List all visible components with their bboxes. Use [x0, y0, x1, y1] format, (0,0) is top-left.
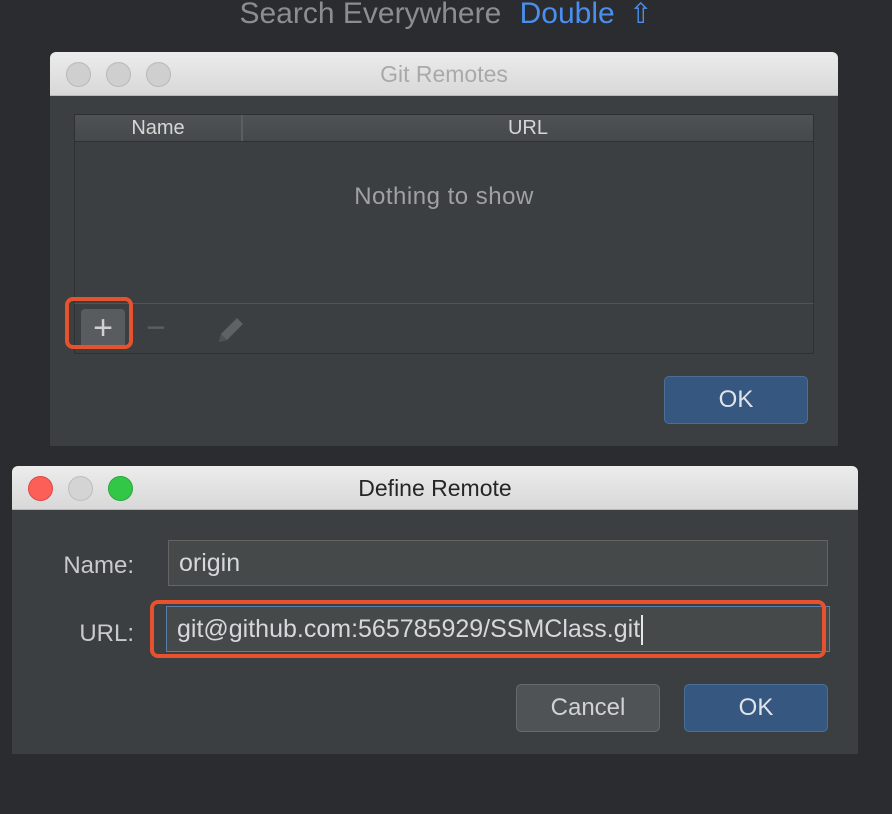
hint-label: Search Everywhere	[239, 0, 502, 30]
shift-icon: ⇧	[629, 0, 653, 29]
name-label: Name:	[63, 552, 134, 579]
empty-state-text: Nothing to show	[354, 183, 534, 210]
dialog-title: Define Remote	[358, 475, 512, 501]
url-field-highlight	[150, 600, 826, 658]
minimize-window-button[interactable]	[106, 62, 131, 87]
pencil-icon[interactable]	[215, 314, 247, 346]
table-toolbar: + −	[65, 297, 814, 354]
remove-remote-button[interactable]: −	[141, 309, 171, 349]
zoom-window-button[interactable]	[108, 476, 133, 501]
ok-button[interactable]: OK	[664, 376, 808, 424]
dialog-title: Git Remotes	[380, 61, 508, 87]
column-header-url[interactable]: URL	[243, 115, 813, 141]
define-remote-titlebar: Define Remote	[12, 466, 858, 510]
table-header: Name URL	[75, 115, 813, 142]
ok-button[interactable]: OK	[684, 684, 828, 732]
git-remotes-dialog: Git Remotes Name URL Nothing to show + −…	[50, 52, 838, 446]
remote-name-value: origin	[179, 549, 241, 577]
git-remotes-titlebar: Git Remotes	[50, 52, 838, 96]
add-button-highlight	[65, 297, 133, 349]
minimize-window-button[interactable]	[68, 476, 93, 501]
column-header-name[interactable]: Name	[75, 115, 243, 141]
define-remote-dialog: Define Remote Name: origin URL: git@gith…	[12, 466, 858, 754]
search-everywhere-hint: Search Everywhere Double ⇧	[0, 0, 892, 34]
close-window-button[interactable]	[66, 62, 91, 87]
window-controls	[28, 476, 133, 501]
window-controls	[66, 62, 171, 87]
url-label: URL:	[79, 620, 134, 647]
zoom-window-button[interactable]	[146, 62, 171, 87]
hint-action: Double	[519, 0, 615, 30]
remote-name-field[interactable]: origin	[168, 540, 828, 586]
close-window-button[interactable]	[28, 476, 53, 501]
cancel-button[interactable]: Cancel	[516, 684, 660, 732]
